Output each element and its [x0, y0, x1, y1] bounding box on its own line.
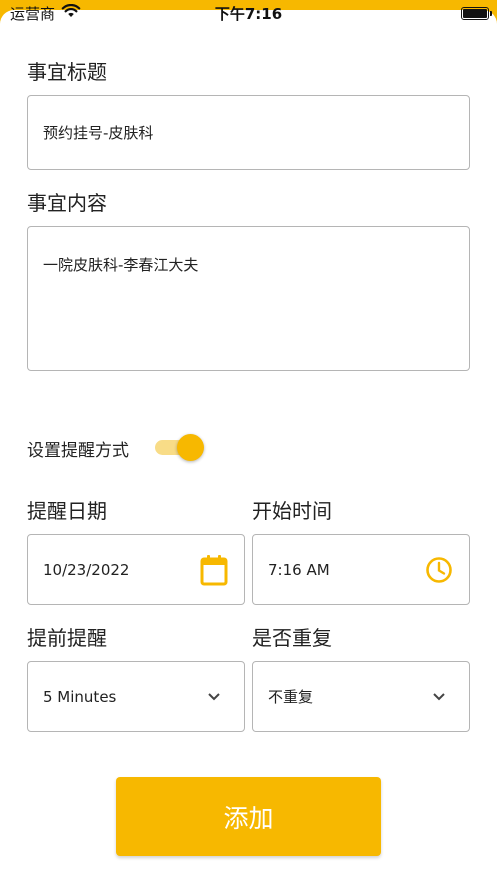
repeat-value: 不重复	[268, 688, 314, 706]
repeat-label: 是否重复	[252, 626, 332, 650]
advance-label: 提前提醒	[27, 626, 107, 650]
reminder-toggle-label: 设置提醒方式	[27, 441, 129, 461]
toggle-knob	[177, 434, 204, 461]
date-label: 提醒日期	[27, 499, 107, 523]
calendar-icon[interactable]	[199, 554, 229, 585]
status-bar: 运营商 下午7:16	[0, 0, 497, 26]
time-value: 7:16 AM	[268, 560, 330, 579]
title-input[interactable]: 预约挂号-皮肤科	[27, 95, 470, 170]
content-textarea-value: 一院皮肤科-李春江大夫	[43, 256, 199, 274]
clock-icon[interactable]	[424, 555, 454, 585]
time-label: 开始时间	[252, 499, 332, 523]
status-time: 下午7:16	[214, 4, 283, 23]
form-sheet: 事宜标题 预约挂号-皮肤科 事宜内容 一院皮肤科-李春江大夫 设置提醒方式 提醒…	[0, 10, 497, 883]
chevron-down-icon	[199, 682, 229, 712]
advance-value: 5 Minutes	[43, 687, 117, 706]
app-screen: 运营商 下午7:16 事宜标题 预约挂号-皮肤科 事宜内容 一院皮肤科-李春江大…	[0, 0, 497, 883]
reminder-toggle[interactable]	[155, 432, 205, 462]
date-value: 10/23/2022	[43, 560, 130, 579]
repeat-select[interactable]: 不重复	[252, 661, 470, 732]
add-button[interactable]: 添加	[116, 777, 381, 856]
battery-icon	[461, 6, 492, 20]
title-input-value: 预约挂号-皮肤科	[43, 124, 154, 142]
time-picker[interactable]: 7:16 AM	[252, 534, 470, 605]
title-label: 事宜标题	[27, 60, 107, 84]
content-textarea[interactable]: 一院皮肤科-李春江大夫	[27, 226, 470, 371]
date-picker[interactable]: 10/23/2022	[27, 534, 245, 605]
content-label: 事宜内容	[27, 191, 107, 215]
chevron-down-icon	[424, 682, 454, 712]
advance-select[interactable]: 5 Minutes	[27, 661, 245, 732]
